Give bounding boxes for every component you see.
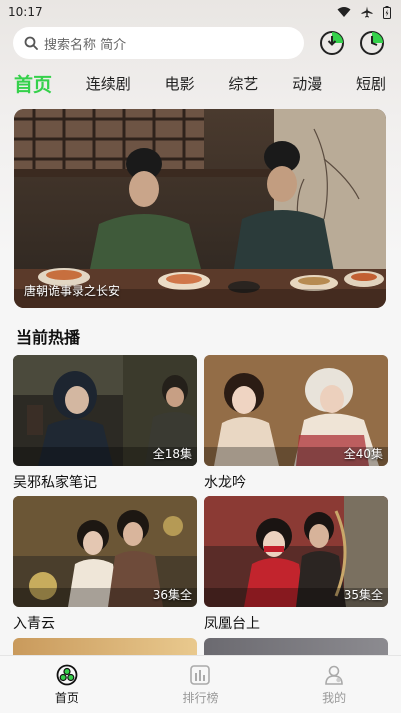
show-poster: 全18集 [13, 355, 197, 466]
search-row: 搜索名称 简介 [13, 27, 393, 59]
show-title: 入青云 [13, 616, 55, 632]
tab-short-drama[interactable]: 短剧 [356, 73, 386, 94]
status-icons [337, 5, 391, 19]
show-card[interactable]: 35集全 凤凰台上 [204, 496, 388, 633]
bottom-nav-home[interactable]: 首页 [27, 664, 107, 706]
category-tabs: 首页 连续剧 电影 综艺 动漫 短剧 [14, 66, 394, 100]
bottom-nav-ranking[interactable]: 排行榜 [160, 664, 240, 706]
status-bar: 10:17 [0, 0, 401, 24]
bottom-nav: 首页 排行榜 我的 [0, 655, 401, 713]
tab-series[interactable]: 连续剧 [86, 73, 131, 94]
show-poster: 35集全 [204, 496, 388, 607]
search-input[interactable]: 搜索名称 简介 [13, 27, 304, 59]
tab-variety[interactable]: 综艺 [228, 73, 258, 94]
history-clock-icon [360, 31, 384, 55]
search-icon [24, 36, 38, 50]
tab-anime[interactable]: 动漫 [292, 73, 322, 94]
status-time: 10:17 [8, 5, 43, 19]
home-icon [56, 664, 78, 685]
history-button[interactable] [359, 30, 385, 56]
show-title: 水龙吟 [204, 475, 246, 491]
show-poster: 全40集 [204, 355, 388, 466]
featured-banner[interactable]: 唐朝诡事录之长安 [14, 109, 386, 308]
bottom-nav-profile-label: 我的 [322, 690, 347, 705]
airplane-icon [361, 6, 373, 18]
show-poster: 36集全 [13, 496, 197, 607]
episode-badge: 35集全 [343, 588, 383, 602]
bottom-nav-ranking-label: 排行榜 [182, 690, 219, 705]
tab-movies[interactable]: 电影 [165, 73, 195, 94]
search-placeholder: 搜索名称 简介 [44, 37, 127, 53]
bottom-nav-profile[interactable]: 我的 [294, 664, 374, 706]
wifi-icon [337, 7, 351, 17]
show-title: 吴邪私家笔记 [13, 475, 97, 491]
show-card[interactable]: 36集全 入青云 [13, 496, 197, 633]
profile-icon [325, 665, 343, 685]
tab-home[interactable]: 首页 [14, 70, 52, 97]
bottom-nav-home-label: 首页 [54, 690, 79, 705]
show-title: 凤凰台上 [204, 616, 260, 632]
show-card[interactable]: 全18集 吴邪私家笔记 [13, 355, 197, 492]
episode-badge: 全18集 [152, 447, 192, 461]
banner-caption: 唐朝诡事录之长安 [24, 284, 121, 298]
download-clock-icon [320, 31, 344, 55]
episode-badge: 36集全 [152, 588, 192, 602]
ranking-icon [190, 664, 211, 685]
show-card[interactable]: 全40集 水龙吟 [204, 355, 388, 492]
episode-badge: 全40集 [343, 447, 383, 461]
section-title: 当前热播 [16, 328, 81, 347]
download-button[interactable] [319, 30, 345, 56]
battery-icon [383, 5, 391, 19]
banner-image [14, 109, 386, 308]
